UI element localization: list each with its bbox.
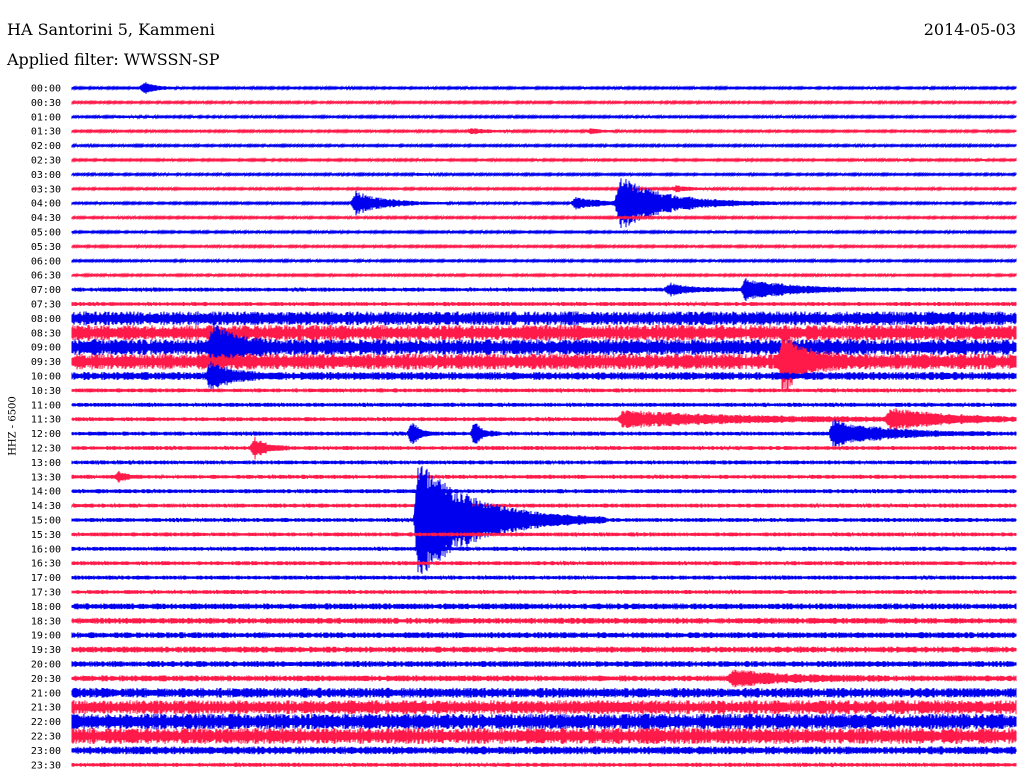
time-label: 17:30 bbox=[31, 588, 61, 599]
trace-layer bbox=[71, 82, 1017, 768]
time-label: 12:00 bbox=[31, 429, 61, 440]
time-label: 10:00 bbox=[31, 372, 61, 383]
time-label: 15:30 bbox=[31, 530, 61, 541]
time-label: 00:30 bbox=[31, 98, 61, 109]
time-label-layer: 00:00 00:30 01:00 01:30 02:00 02:30 03:00 03:30… bbox=[31, 84, 61, 772]
time-label: 04:00 bbox=[31, 199, 61, 210]
time-label: 11:00 bbox=[31, 400, 61, 411]
time-label: 23:30 bbox=[31, 760, 61, 771]
time-label: 06:00 bbox=[31, 256, 61, 267]
time-label: 01:00 bbox=[31, 112, 61, 123]
time-label: 23:00 bbox=[31, 746, 61, 757]
time-label: 16:00 bbox=[31, 544, 61, 555]
time-label: 18:30 bbox=[31, 616, 61, 627]
time-label: 10:30 bbox=[31, 386, 61, 397]
time-label: 08:30 bbox=[31, 328, 61, 339]
time-label: 13:30 bbox=[31, 472, 61, 483]
time-label: 07:30 bbox=[31, 300, 61, 311]
time-label: 06:30 bbox=[31, 271, 61, 282]
time-label: 09:00 bbox=[31, 343, 61, 354]
time-label: 16:30 bbox=[31, 559, 61, 570]
time-label: 12:30 bbox=[31, 444, 61, 455]
time-label: 14:30 bbox=[31, 501, 61, 512]
time-label: 21:00 bbox=[31, 688, 61, 699]
time-label: 20:00 bbox=[31, 660, 61, 671]
time-label: 15:00 bbox=[31, 516, 61, 527]
time-label: 05:30 bbox=[31, 242, 61, 253]
time-label: 02:30 bbox=[31, 156, 61, 167]
time-label: 05:00 bbox=[31, 228, 61, 239]
time-label: 04:30 bbox=[31, 213, 61, 224]
time-label: 02:00 bbox=[31, 141, 61, 152]
time-label: 00:00 bbox=[31, 84, 61, 95]
time-label: 19:30 bbox=[31, 645, 61, 656]
time-label: 01:30 bbox=[31, 127, 61, 138]
time-label: 19:00 bbox=[31, 631, 61, 642]
time-label: 13:00 bbox=[31, 458, 61, 469]
time-label: 14:00 bbox=[31, 487, 61, 498]
time-label: 07:00 bbox=[31, 285, 61, 296]
time-label: 08:00 bbox=[31, 314, 61, 325]
time-label: 17:00 bbox=[31, 573, 61, 584]
time-label: 22:30 bbox=[31, 732, 61, 743]
time-label: 21:30 bbox=[31, 703, 61, 714]
time-label: 03:30 bbox=[31, 184, 61, 195]
helicorder-plot: 00:00 00:30 01:00 01:30 02:00 02:30 03:00 03:30… bbox=[31, 82, 1017, 772]
time-label: 18:00 bbox=[31, 602, 61, 613]
time-label: 22:00 bbox=[31, 717, 61, 728]
time-label: 11:30 bbox=[31, 415, 61, 426]
time-label: 20:30 bbox=[31, 674, 61, 685]
time-label: 09:30 bbox=[31, 357, 61, 368]
time-label: 03:00 bbox=[31, 170, 61, 181]
